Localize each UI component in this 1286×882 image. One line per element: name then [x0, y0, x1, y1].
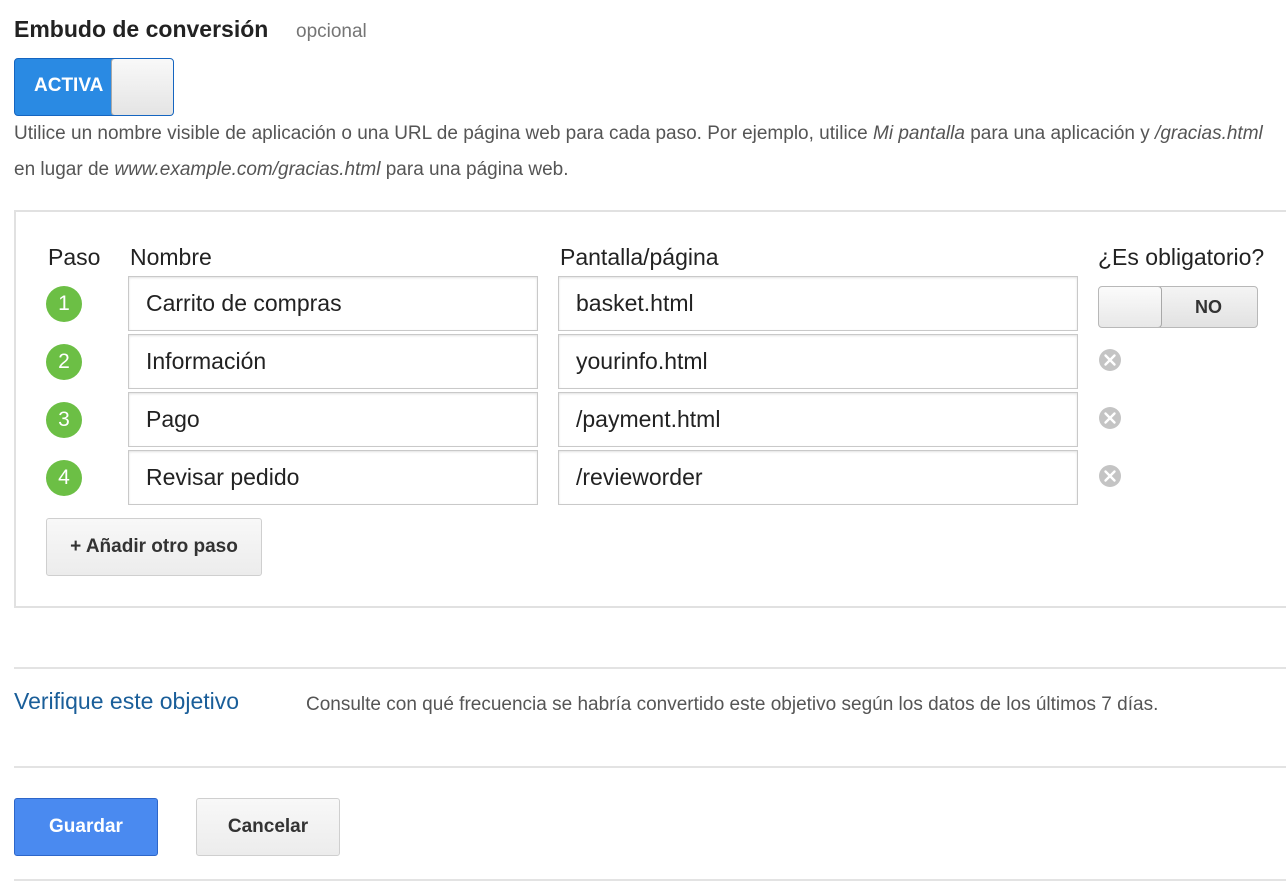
remove-circle-icon[interactable]	[1098, 406, 1122, 430]
remove-circle-icon[interactable]	[1098, 348, 1122, 372]
divider	[14, 667, 1286, 669]
help-text-part: para una aplicación y	[964, 123, 1156, 144]
step-number-badge: 1	[46, 286, 82, 322]
column-header-name: Nombre	[130, 244, 212, 270]
step-screen-input[interactable]	[558, 392, 1078, 447]
required-toggle-label: NO	[1195, 297, 1222, 317]
toggle-knob	[1099, 287, 1162, 327]
funnel-toggle-label: ACTIVA	[34, 75, 104, 96]
column-header-required: ¿Es obligatorio?	[1098, 244, 1265, 270]
required-toggle[interactable]: NO	[1098, 286, 1258, 328]
verify-goal-link[interactable]: Verifique este objetivo	[14, 688, 239, 715]
toggle-knob	[111, 59, 173, 115]
add-step-button[interactable]: + Añadir otro paso	[46, 518, 262, 576]
step-screen-input[interactable]	[558, 276, 1078, 331]
divider	[14, 879, 1286, 881]
help-text-part: en lugar de	[14, 159, 115, 180]
step-number-badge: 4	[46, 460, 82, 496]
divider	[14, 766, 1286, 768]
step-name-input[interactable]	[128, 392, 538, 447]
column-header-screen-page: Pantalla/página	[560, 244, 719, 270]
step-screen-input[interactable]	[558, 450, 1078, 505]
funnel-help-text: Utilice un nombre visible de aplicación …	[14, 116, 1274, 188]
help-text-part: para una página web.	[380, 159, 569, 180]
cancel-button[interactable]: Cancelar	[196, 798, 340, 856]
step-name-input[interactable]	[128, 276, 538, 331]
help-example-path: /gracias.html	[1155, 123, 1263, 144]
help-example-url: www.example.com/gracias.html	[114, 159, 381, 180]
help-example-app: Mi pantalla	[873, 123, 965, 144]
step-name-input[interactable]	[128, 450, 538, 505]
help-text-part: Utilice un nombre visible de aplicación …	[14, 123, 874, 144]
column-header-step: Paso	[48, 244, 101, 270]
funnel-title: Embudo de conversión	[14, 16, 269, 42]
remove-circle-icon[interactable]	[1098, 464, 1122, 488]
step-number-badge: 2	[46, 344, 82, 380]
step-screen-input[interactable]	[558, 334, 1078, 389]
save-button[interactable]: Guardar	[14, 798, 158, 856]
optional-label: opcional	[296, 21, 367, 42]
step-number-badge: 3	[46, 402, 82, 438]
step-name-input[interactable]	[128, 334, 538, 389]
funnel-toggle[interactable]: ACTIVA	[14, 58, 174, 116]
